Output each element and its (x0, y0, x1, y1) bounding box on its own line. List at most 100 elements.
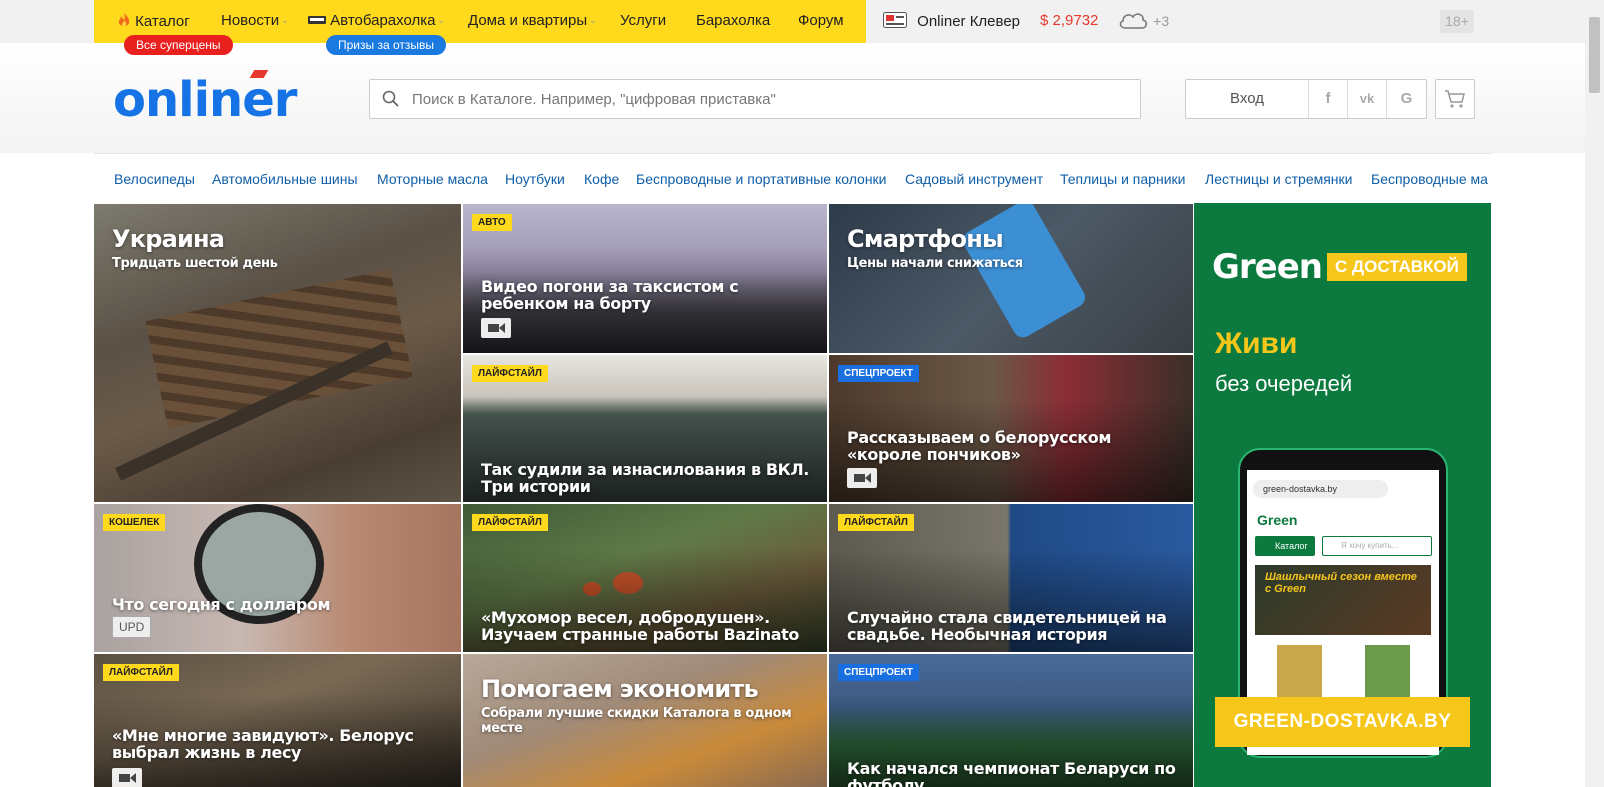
video-icon (481, 318, 511, 338)
ad-cta[interactable]: GREEN-DOSTAVKA.BY (1215, 697, 1470, 747)
nav-label: Автобарахолка (330, 12, 436, 29)
ad-headline: Живи (1215, 327, 1298, 360)
catnav-item[interactable]: Лестницы и стремянки (1205, 171, 1353, 187)
tile-title: Помогаем экономить (481, 675, 759, 703)
tag-lifestyle: ЛАЙФСТАЙЛ (472, 514, 548, 531)
facebook-icon[interactable]: f (1309, 80, 1348, 118)
news-tile-ukraine[interactable]: Украина Тридцать шестой день (94, 204, 461, 502)
phone-url-bar: green-dostavka.by (1253, 480, 1388, 498)
news-tile-save[interactable]: Помогаем экономить Собрали лучшие скидки… (463, 654, 827, 787)
tag-lifestyle: ЛАЙФСТАЙЛ (103, 664, 179, 681)
catnav-item[interactable]: Велосипеды (114, 171, 195, 187)
tile-title: «Мне многие завидуют». Белорус выбрал жи… (112, 726, 414, 762)
catnav-item[interactable]: Кофе (584, 171, 619, 187)
vk-icon[interactable]: vk (1348, 80, 1387, 118)
upd-badge: UPD (112, 616, 152, 638)
phone-product (1277, 645, 1322, 705)
tile-title: «Мухомор весел, добродушен». Изучаем стр… (481, 608, 799, 644)
tag-special: СПЕЦПРОЕКТ (838, 664, 920, 681)
news-tile-court[interactable]: ЛАЙФСТАЙЛ Так судили за изнасилования в … (463, 355, 827, 502)
nav-label: Услуги (620, 12, 667, 29)
tile-title: Как начался чемпионат Беларуси по футбол… (847, 759, 1176, 787)
nav-auto[interactable]: Автобарахолка ⌄ (308, 12, 445, 29)
google-icon[interactable]: G (1387, 80, 1426, 118)
tile-subtitle: Цены начали снижаться (847, 256, 1023, 271)
tile-title: Так судили за изнасилования в ВКЛ. Три и… (481, 460, 809, 496)
nav-label: Дома и квартиры (468, 12, 588, 29)
news-tile-football[interactable]: СПЕЦПРОЕКТ Как начался чемпионат Беларус… (829, 654, 1193, 787)
nav-label: Форум (798, 12, 844, 29)
login-button[interactable]: Вход (1186, 80, 1309, 118)
nav-label: Новости (221, 12, 280, 29)
tag-wallet: КОШЕЛЕК (103, 514, 166, 531)
fire-icon (118, 12, 130, 27)
catnav-item[interactable]: Моторные масла (377, 171, 488, 187)
search-box[interactable] (369, 79, 1141, 119)
news-tile-dollar[interactable]: КОШЕЛЕК Что сегодня с долларом UPD (94, 504, 461, 652)
ad-brand: Green (1212, 247, 1323, 287)
superprice-badge[interactable]: Все суперцены (124, 35, 233, 55)
nav-realty[interactable]: Дома и квартиры ⌄ (468, 12, 597, 29)
video-icon (847, 468, 877, 488)
nav-catalog[interactable]: Каталог (117, 12, 190, 30)
tile-title: Что сегодня с долларом (112, 595, 331, 614)
reviews-badge[interactable]: Призы за отзывы (326, 35, 447, 55)
weather-widget[interactable]: +3 (1117, 9, 1169, 31)
onliner-logo[interactable]: onliner (113, 72, 297, 128)
nav-news[interactable]: Новости ⌄ (221, 12, 289, 29)
phone-search: Я хочу купить... (1322, 536, 1432, 556)
catnav-item[interactable]: Ноутбуки (505, 171, 565, 187)
nav-baraholka[interactable]: Барахолка (696, 12, 770, 29)
tile-title: Смартфоны (847, 225, 1004, 253)
clever-label: Onliner Клевер (917, 13, 1021, 30)
nav-label: Каталог (135, 13, 190, 30)
catnav-item[interactable]: Беспроводные ма (1371, 171, 1488, 187)
tile-subtitle: Собрали лучшие скидки Каталога в одном м… (481, 706, 792, 736)
nav-forum[interactable]: Форум (798, 12, 844, 29)
phone-catalog-button: Каталог (1255, 536, 1315, 556)
nav-services[interactable]: Услуги (620, 12, 666, 29)
tag-special: СПЕЦПРОЕКТ (838, 365, 920, 382)
ad-delivery: С ДОСТАВКОЙ (1327, 253, 1467, 281)
phone-logo: Green (1257, 512, 1298, 528)
search-icon (382, 90, 399, 107)
news-tile-donuts[interactable]: СПЕЦПРОЕКТ Рассказываем о белорусском «к… (829, 355, 1193, 502)
tile-title: Видео погони за таксистом с ребенком на … (481, 277, 739, 313)
scrollbar[interactable] (1585, 0, 1604, 787)
chevron-down-icon: ⌄ (437, 15, 446, 25)
scrollbar-thumb[interactable] (1589, 17, 1600, 93)
news-tile-taxi[interactable]: АВТО Видео погони за таксистом с ребенко… (463, 204, 827, 353)
chevron-down-icon: ⌄ (281, 15, 289, 25)
card-icon (883, 12, 907, 28)
catnav-item[interactable]: Беспроводные и портативные колонки (636, 171, 887, 187)
nav-label: Барахолка (696, 12, 771, 29)
cart-icon (1445, 90, 1465, 108)
cart-button[interactable] (1435, 79, 1475, 119)
category-nav: Велосипеды Автомобильные шины Моторные м… (94, 153, 1491, 203)
tile-title: Украина (112, 225, 225, 253)
video-icon (112, 768, 142, 787)
cloud-icon (1119, 13, 1148, 29)
chevron-down-icon: ⌄ (589, 15, 597, 25)
search-input[interactable] (412, 80, 1122, 118)
catnav-item[interactable]: Автомобильные шины (212, 171, 358, 187)
news-tile-smartphones[interactable]: Смартфоны Цены начали снижаться (829, 204, 1193, 353)
car-icon (308, 16, 326, 24)
clever-link[interactable]: Onliner Клевер (883, 12, 1020, 30)
catnav-item[interactable]: Садовый инструмент (905, 171, 1043, 187)
catnav-item[interactable]: Теплицы и парники (1060, 171, 1185, 187)
age-badge: 18+ (1440, 10, 1474, 33)
green-ad-banner[interactable]: Green С ДОСТАВКОЙ Живи без очередей gree… (1194, 203, 1491, 787)
phone-product (1365, 645, 1410, 705)
tile-title: Случайно стала свидетельницей на свадьбе… (847, 608, 1167, 644)
temperature: +3 (1153, 13, 1170, 29)
tag-lifestyle: ЛАЙФСТАЙЛ (838, 514, 914, 531)
news-tile-mushroom[interactable]: ЛАЙФСТАЙЛ «Мухомор весел, добродушен». И… (463, 504, 827, 652)
news-tile-wedding[interactable]: ЛАЙФСТАЙЛ Случайно стала свидетельницей … (829, 504, 1193, 652)
phone-promo-banner: Шашлычный сезон вместе с Green (1255, 565, 1431, 635)
currency-rate[interactable]: $ 2,9732 (1040, 12, 1098, 29)
news-tile-forest[interactable]: ЛАЙФСТАЙЛ «Мне многие завидуют». Белорус… (94, 654, 461, 787)
auth-box: Вход f vk G (1185, 79, 1427, 119)
tag-auto: АВТО (472, 214, 512, 231)
tile-subtitle: Тридцать шестой день (112, 256, 278, 271)
